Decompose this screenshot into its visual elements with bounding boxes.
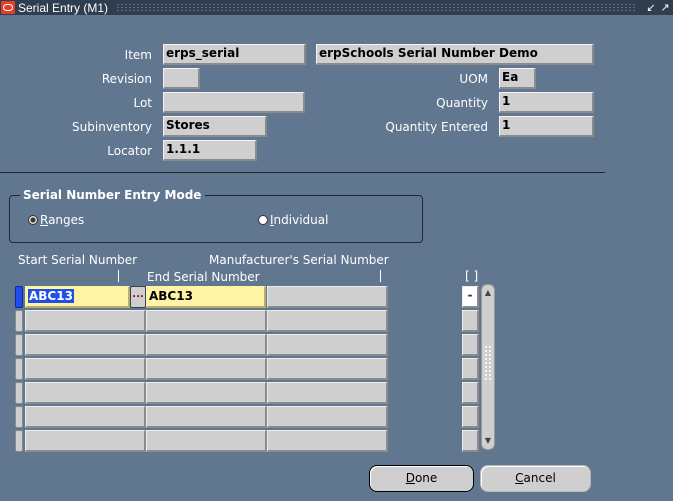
oracle-logo-icon bbox=[1, 1, 15, 14]
end-serial-cell[interactable] bbox=[146, 406, 267, 428]
manufacturer-serial-cell[interactable] bbox=[267, 310, 388, 332]
entry-mode-title: Serial Number Entry Mode bbox=[20, 188, 206, 202]
start-serial-cell[interactable] bbox=[25, 430, 146, 452]
header-separator bbox=[0, 172, 605, 173]
manufacturer-serial-cell[interactable] bbox=[267, 334, 388, 356]
window-title: Serial Entry (M1) bbox=[18, 0, 109, 15]
row-indicator[interactable] bbox=[15, 406, 23, 428]
row-indicator[interactable] bbox=[15, 382, 23, 404]
title-bar: Serial Entry (M1) ↙ ↗ bbox=[0, 0, 673, 15]
lov-button[interactable]: ... bbox=[130, 286, 146, 308]
select-checkbox[interactable] bbox=[462, 406, 479, 428]
scroll-grip-icon[interactable] bbox=[484, 345, 492, 381]
vertical-scrollbar[interactable]: ▲ ▼ bbox=[481, 284, 495, 450]
uom-field[interactable]: Ea bbox=[499, 68, 536, 89]
select-checkbox[interactable]: - bbox=[462, 286, 479, 308]
item-description-field[interactable]: erpSchools Serial Number Demo bbox=[316, 44, 594, 65]
lot-label: Lot bbox=[133, 96, 152, 110]
select-checkbox[interactable] bbox=[462, 358, 479, 380]
row-indicator[interactable] bbox=[15, 430, 23, 452]
item-label: Item bbox=[124, 48, 152, 62]
start-serial-cell[interactable] bbox=[25, 382, 146, 404]
subinventory-field[interactable]: Stores bbox=[163, 116, 267, 137]
row-indicator[interactable] bbox=[15, 286, 23, 308]
radio-ranges[interactable]: Ranges bbox=[28, 213, 84, 227]
minimize-icon[interactable]: ↙ bbox=[645, 1, 657, 14]
end-serial-cell[interactable] bbox=[146, 310, 267, 332]
scroll-down-icon[interactable]: ▼ bbox=[482, 434, 494, 448]
select-checkbox[interactable] bbox=[462, 430, 479, 452]
quantity-label: Quantity bbox=[436, 96, 488, 110]
col-end-serial: End Serial Number bbox=[147, 270, 260, 284]
col-divider bbox=[118, 270, 119, 282]
select-checkbox[interactable] bbox=[462, 310, 479, 332]
end-serial-cell[interactable] bbox=[146, 358, 267, 380]
manufacturer-serial-cell[interactable] bbox=[267, 382, 388, 404]
radio-individual-label: Individual bbox=[270, 213, 329, 227]
radio-unselected-icon bbox=[258, 215, 268, 225]
radio-individual[interactable]: Individual bbox=[258, 213, 328, 227]
locator-label: Locator bbox=[107, 144, 152, 158]
end-serial-cell[interactable] bbox=[146, 430, 267, 452]
quantity-entered-label: Quantity Entered bbox=[385, 120, 488, 134]
quantity-field[interactable]: 1 bbox=[499, 92, 594, 113]
start-serial-cell[interactable] bbox=[25, 358, 146, 380]
row-indicator[interactable] bbox=[15, 358, 23, 380]
col-select: [ ] bbox=[465, 269, 479, 283]
scroll-up-icon[interactable]: ▲ bbox=[482, 286, 494, 300]
cancel-button[interactable]: Cancel bbox=[480, 465, 591, 492]
done-button[interactable]: Done bbox=[369, 465, 474, 492]
end-serial-cell[interactable] bbox=[146, 382, 267, 404]
select-checkbox[interactable] bbox=[462, 382, 479, 404]
uom-label: UOM bbox=[459, 72, 488, 86]
radio-selected-icon bbox=[28, 215, 38, 225]
manufacturer-serial-cell[interactable] bbox=[267, 430, 388, 452]
revision-label: Revision bbox=[101, 72, 152, 86]
locator-field[interactable]: 1.1.1 bbox=[163, 140, 257, 161]
lot-field[interactable] bbox=[163, 92, 305, 113]
start-serial-cell[interactable] bbox=[25, 406, 146, 428]
manufacturer-serial-cell[interactable] bbox=[267, 406, 388, 428]
start-serial-cell[interactable] bbox=[25, 334, 146, 356]
start-serial-cell[interactable]: ABC13 bbox=[25, 286, 130, 308]
row-indicator[interactable] bbox=[15, 334, 23, 356]
end-serial-cell[interactable]: ABC13 bbox=[146, 286, 266, 308]
col-divider bbox=[380, 270, 381, 282]
radio-ranges-label: Ranges bbox=[40, 213, 85, 227]
select-checkbox[interactable] bbox=[462, 334, 479, 356]
quantity-entered-field[interactable]: 1 bbox=[499, 116, 594, 137]
col-manufacturer-serial: Manufacturer's Serial Number bbox=[209, 253, 389, 267]
row-indicator[interactable] bbox=[15, 310, 23, 332]
revision-field[interactable] bbox=[163, 68, 200, 89]
manufacturer-serial-cell[interactable] bbox=[267, 286, 388, 308]
start-serial-value: ABC13 bbox=[28, 289, 74, 303]
maximize-icon[interactable]: ↗ bbox=[659, 1, 671, 14]
manufacturer-serial-cell[interactable] bbox=[267, 358, 388, 380]
end-serial-cell[interactable] bbox=[146, 334, 267, 356]
item-field[interactable]: erps_serial bbox=[163, 44, 306, 65]
subinventory-label: Subinventory bbox=[72, 120, 152, 134]
col-start-serial: Start Serial Number bbox=[18, 253, 138, 267]
start-serial-cell[interactable] bbox=[25, 310, 146, 332]
title-drag-area[interactable] bbox=[116, 3, 637, 12]
